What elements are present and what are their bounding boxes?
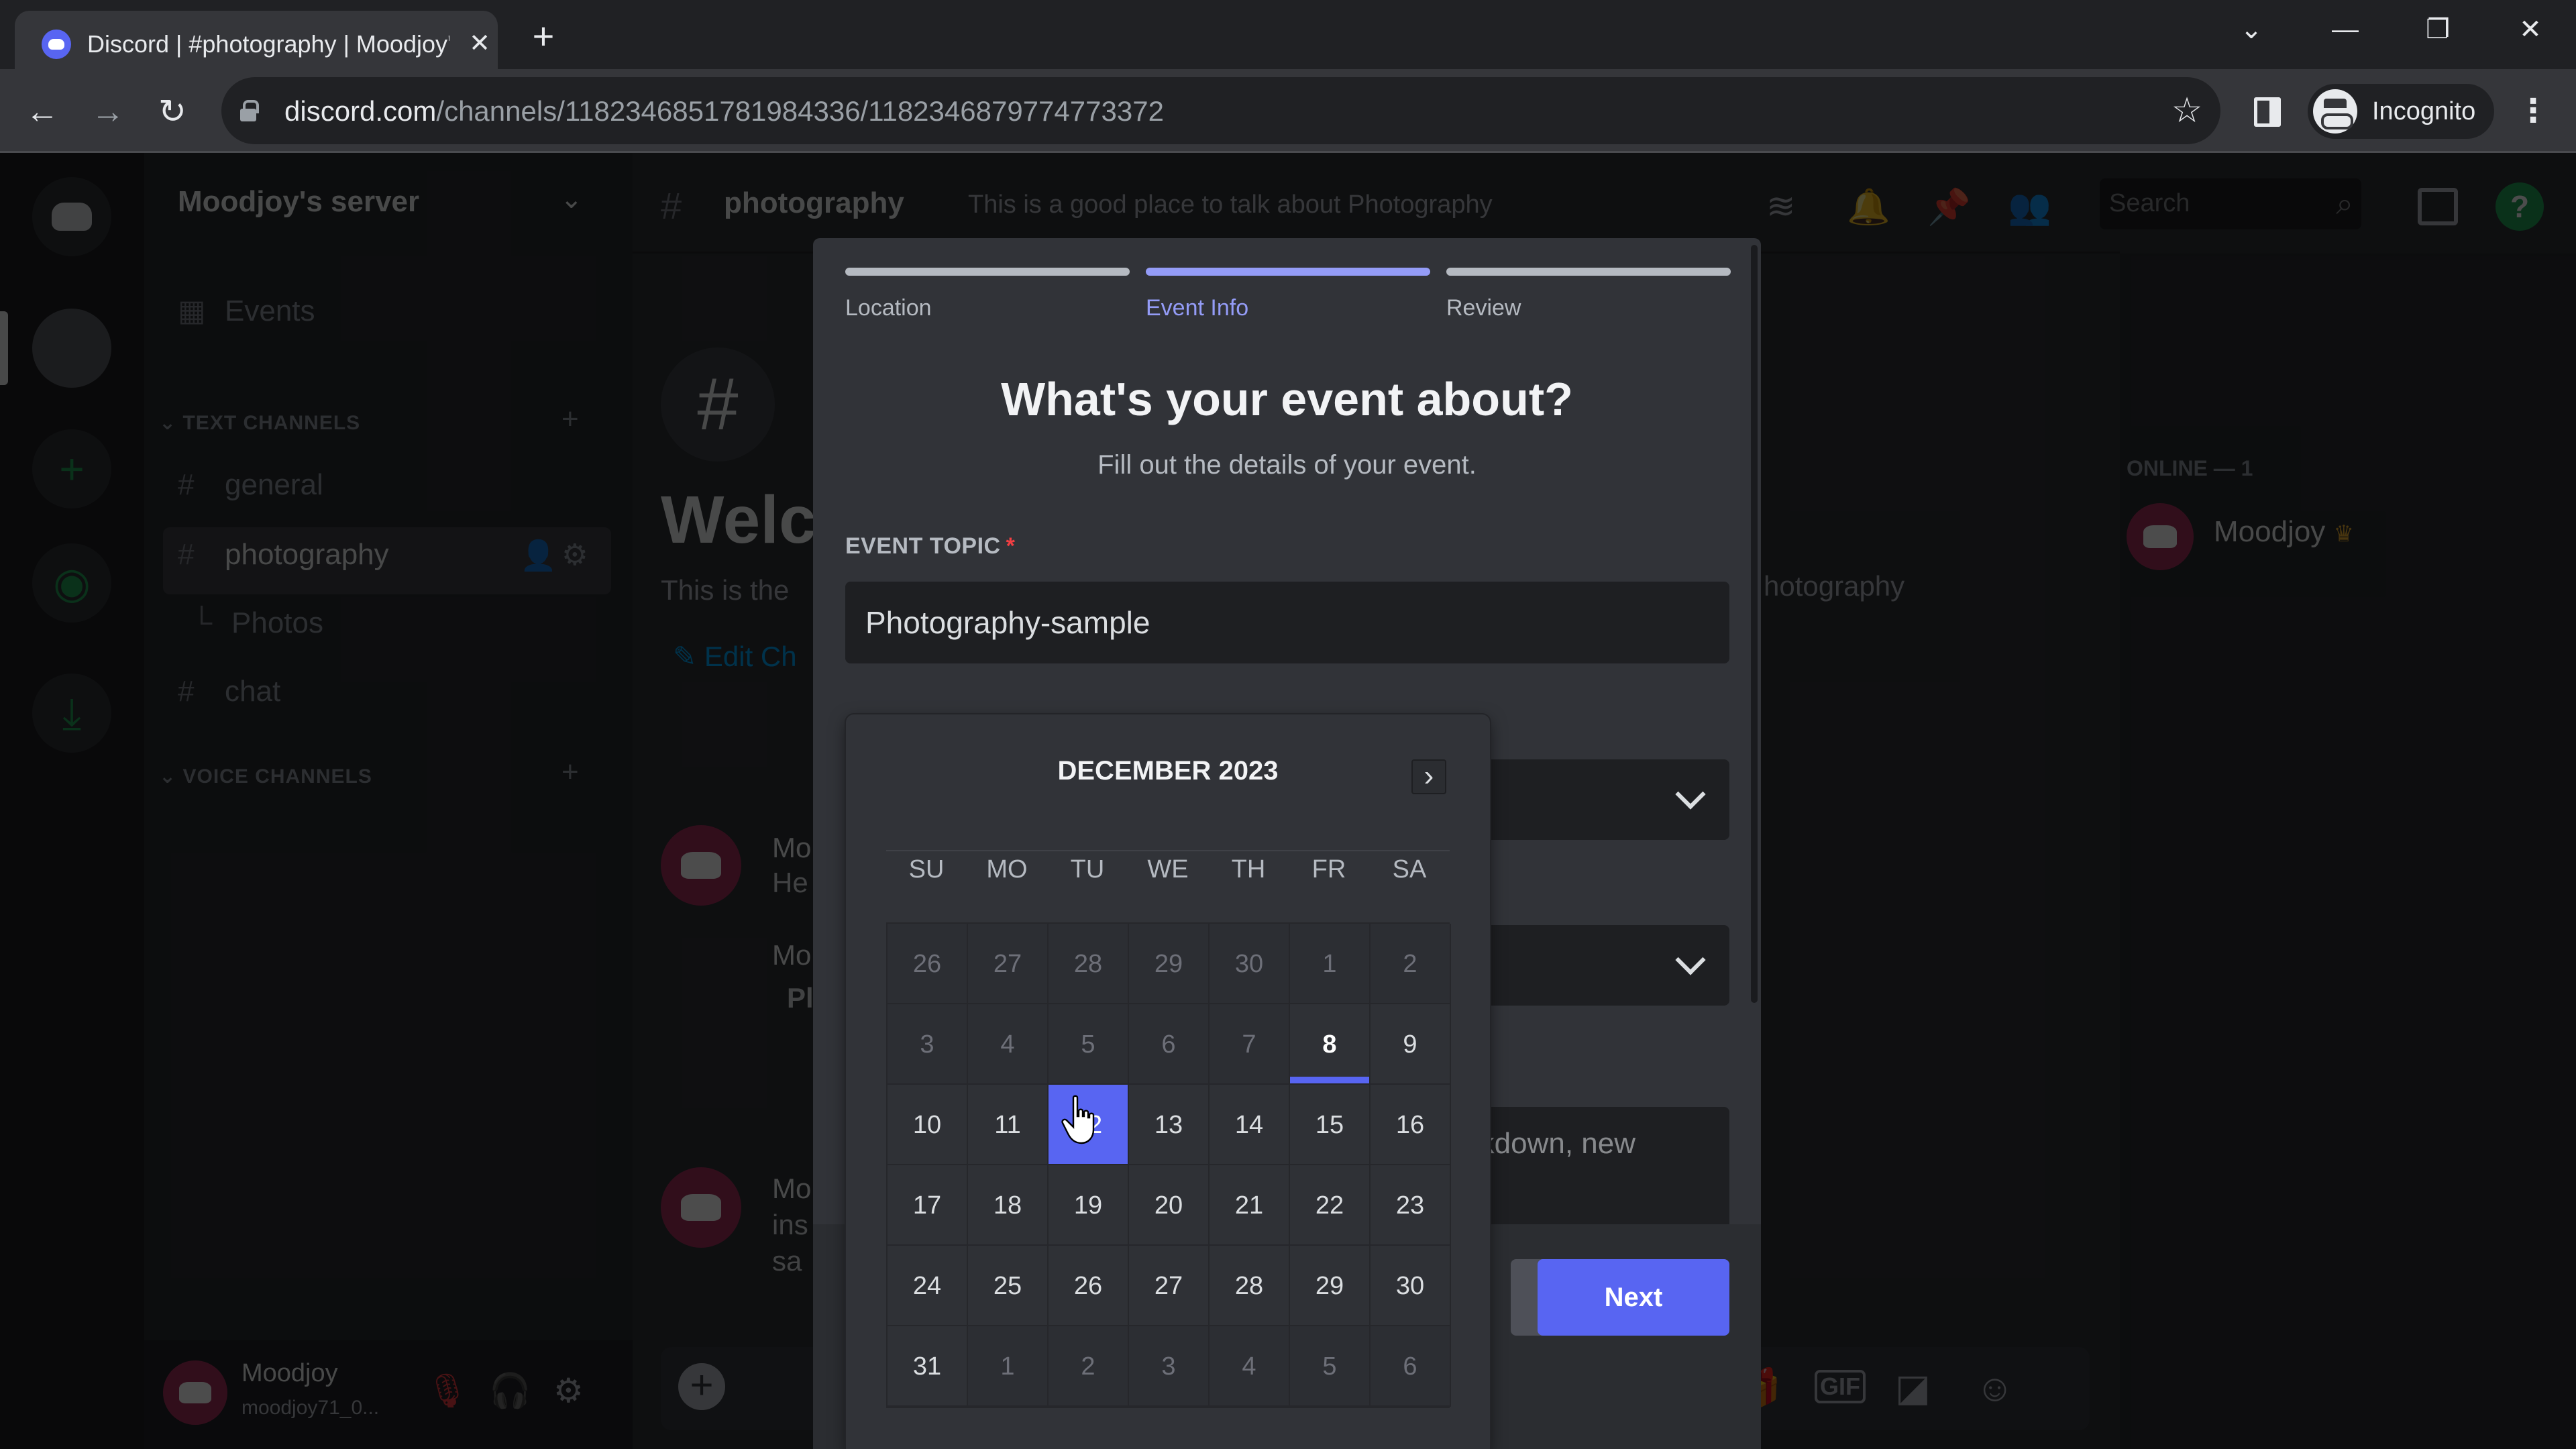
calendar-day[interactable]: 7 xyxy=(1210,1004,1290,1085)
incognito-profile-button[interactable]: Incognito xyxy=(2308,84,2494,139)
browser-toolbar: ← → ↻ discord.com/channels/1182346851781… xyxy=(0,69,2576,153)
calendar-grid: 2627282930123456789101112131415161718192… xyxy=(886,922,1451,1408)
calendar-day[interactable]: 24 xyxy=(888,1246,968,1326)
weekday-label-th: TH xyxy=(1231,855,1266,883)
step-label-location[interactable]: Location xyxy=(845,295,932,321)
calendar-day[interactable]: 29 xyxy=(1129,924,1210,1004)
step-bar-review xyxy=(1446,268,1731,276)
calendar-day[interactable]: 23 xyxy=(1371,1165,1451,1246)
step-label-review[interactable]: Review xyxy=(1446,295,1521,321)
hand-pointer-cursor-icon xyxy=(1061,1095,1095,1144)
calendar-day[interactable]: 4 xyxy=(968,1004,1049,1085)
weekday-label-mo: MO xyxy=(986,855,1028,883)
calendar-day[interactable]: 25 xyxy=(968,1246,1049,1326)
calendar-day[interactable]: 1 xyxy=(1290,924,1371,1004)
calendar-day[interactable]: 16 xyxy=(1371,1085,1451,1165)
calendar-day[interactable]: 31 xyxy=(888,1326,968,1407)
calendar-day[interactable]: 19 xyxy=(1049,1165,1129,1246)
calendar-day[interactable]: 17 xyxy=(888,1165,968,1246)
chevron-down-icon[interactable] xyxy=(1676,949,1703,976)
step-bar-event-info xyxy=(1146,268,1430,276)
url-text[interactable]: discord.com/channels/1182346851781984336… xyxy=(284,95,1164,128)
calendar-day[interactable]: 28 xyxy=(1049,924,1129,1004)
event-topic-label: EVENT TOPIC * xyxy=(845,533,1016,559)
calendar-day[interactable]: 10 xyxy=(888,1085,968,1165)
calendar-day[interactable]: 15 xyxy=(1290,1085,1371,1165)
calendar-day[interactable]: 30 xyxy=(1371,1246,1451,1326)
calendar-day-today[interactable]: 8 xyxy=(1290,1004,1371,1085)
calendar-day[interactable]: 20 xyxy=(1129,1165,1210,1246)
window-close-icon[interactable]: ✕ xyxy=(2504,9,2557,50)
calendar-day[interactable]: 4 xyxy=(1210,1326,1290,1407)
discord-favicon-icon xyxy=(42,30,71,59)
weekday-label-we: WE xyxy=(1147,855,1189,883)
next-button[interactable]: Next xyxy=(1538,1259,1729,1336)
calendar-day[interactable]: 26 xyxy=(1049,1246,1129,1326)
calendar-day[interactable]: 18 xyxy=(968,1165,1049,1246)
calendar-day[interactable]: 3 xyxy=(888,1004,968,1085)
calendar-day[interactable]: 27 xyxy=(1129,1246,1210,1326)
side-panel-icon[interactable] xyxy=(2254,97,2281,127)
date-picker-popup: DECEMBER 2023 › SU MO TU WE TH FR SA 26 27 28 29 3… xyxy=(846,714,1490,1449)
calendar-day[interactable]: 28 xyxy=(1210,1246,1290,1326)
calendar-day[interactable]: 21 xyxy=(1210,1165,1290,1246)
calendar-day[interactable]: 5 xyxy=(1049,1004,1129,1085)
reload-icon[interactable]: ↻ xyxy=(150,89,195,133)
calendar-day[interactable]: 1 xyxy=(968,1326,1049,1407)
calendar-day[interactable]: 27 xyxy=(968,924,1049,1004)
calendar-day[interactable]: 2 xyxy=(1049,1326,1129,1407)
incognito-icon xyxy=(2313,89,2357,133)
calendar-day[interactable]: 2 xyxy=(1371,924,1451,1004)
back-arrow-icon[interactable]: ← xyxy=(20,89,64,133)
restore-icon[interactable]: ❐ xyxy=(2411,9,2465,50)
calendar-month-label: DECEMBER 2023 xyxy=(1057,756,1279,786)
required-asterisk: * xyxy=(1006,533,1016,559)
step-bar-location xyxy=(845,268,1130,276)
calendar-day[interactable]: 26 xyxy=(888,924,968,1004)
weekday-label-su: SU xyxy=(908,855,945,883)
bookmark-star-icon[interactable]: ☆ xyxy=(2167,91,2207,131)
calendar-day[interactable]: 3 xyxy=(1129,1326,1210,1407)
calendar-day[interactable]: 9 xyxy=(1371,1004,1451,1085)
description-placeholder: kdown, new xyxy=(1479,1127,1635,1160)
minimize-icon[interactable]: — xyxy=(2318,9,2372,50)
close-icon[interactable]: ✕ xyxy=(464,28,495,59)
lock-icon[interactable] xyxy=(240,100,259,121)
modal-title: What's your event about? xyxy=(1001,373,1573,425)
calendar-day[interactable]: 6 xyxy=(1371,1326,1451,1407)
address-bar[interactable]: discord.com/channels/1182346851781984336… xyxy=(221,77,2220,144)
calendar-day[interactable]: 29 xyxy=(1290,1246,1371,1326)
modal-subtitle: Fill out the details of your event. xyxy=(1097,450,1477,480)
weekday-label-sa: SA xyxy=(1392,855,1427,883)
browser-tab[interactable]: Discord | #photography | Moodjoy's serve… xyxy=(15,11,498,69)
new-tab-plus-icon[interactable]: + xyxy=(523,17,564,58)
calendar-day[interactable]: 13 xyxy=(1129,1085,1210,1165)
step-label-event-info[interactable]: Event Info xyxy=(1146,295,1248,321)
calendar-divider xyxy=(886,850,1450,851)
forward-arrow-icon[interactable]: → xyxy=(86,89,130,133)
browser-tabstrip: Discord | #photography | Moodjoy's serve… xyxy=(0,0,2576,69)
weekday-label-fr: FR xyxy=(1311,855,1346,883)
calendar-day[interactable]: 11 xyxy=(968,1085,1049,1165)
calendar-day[interactable]: 22 xyxy=(1290,1165,1371,1246)
chevron-down-icon[interactable] xyxy=(1676,784,1703,810)
weekday-label-tu: TU xyxy=(1070,855,1105,883)
next-month-chevron-icon[interactable]: › xyxy=(1411,759,1446,794)
calendar-day[interactable]: 5 xyxy=(1290,1326,1371,1407)
modal-scrollbar[interactable] xyxy=(1751,245,1758,1003)
calendar-day[interactable]: 30 xyxy=(1210,924,1290,1004)
browser-menu-icon[interactable]: ⋮ xyxy=(2517,89,2549,133)
incognito-label: Incognito xyxy=(2372,97,2476,125)
tab-search-chevron-icon[interactable]: ⌄ xyxy=(2224,9,2278,50)
event-topic-input[interactable] xyxy=(845,582,1729,663)
calendar-day[interactable]: 14 xyxy=(1210,1085,1290,1165)
tab-title: Discord | #photography | Moodjoy's serve… xyxy=(87,30,449,58)
calendar-day[interactable]: 6 xyxy=(1129,1004,1210,1085)
